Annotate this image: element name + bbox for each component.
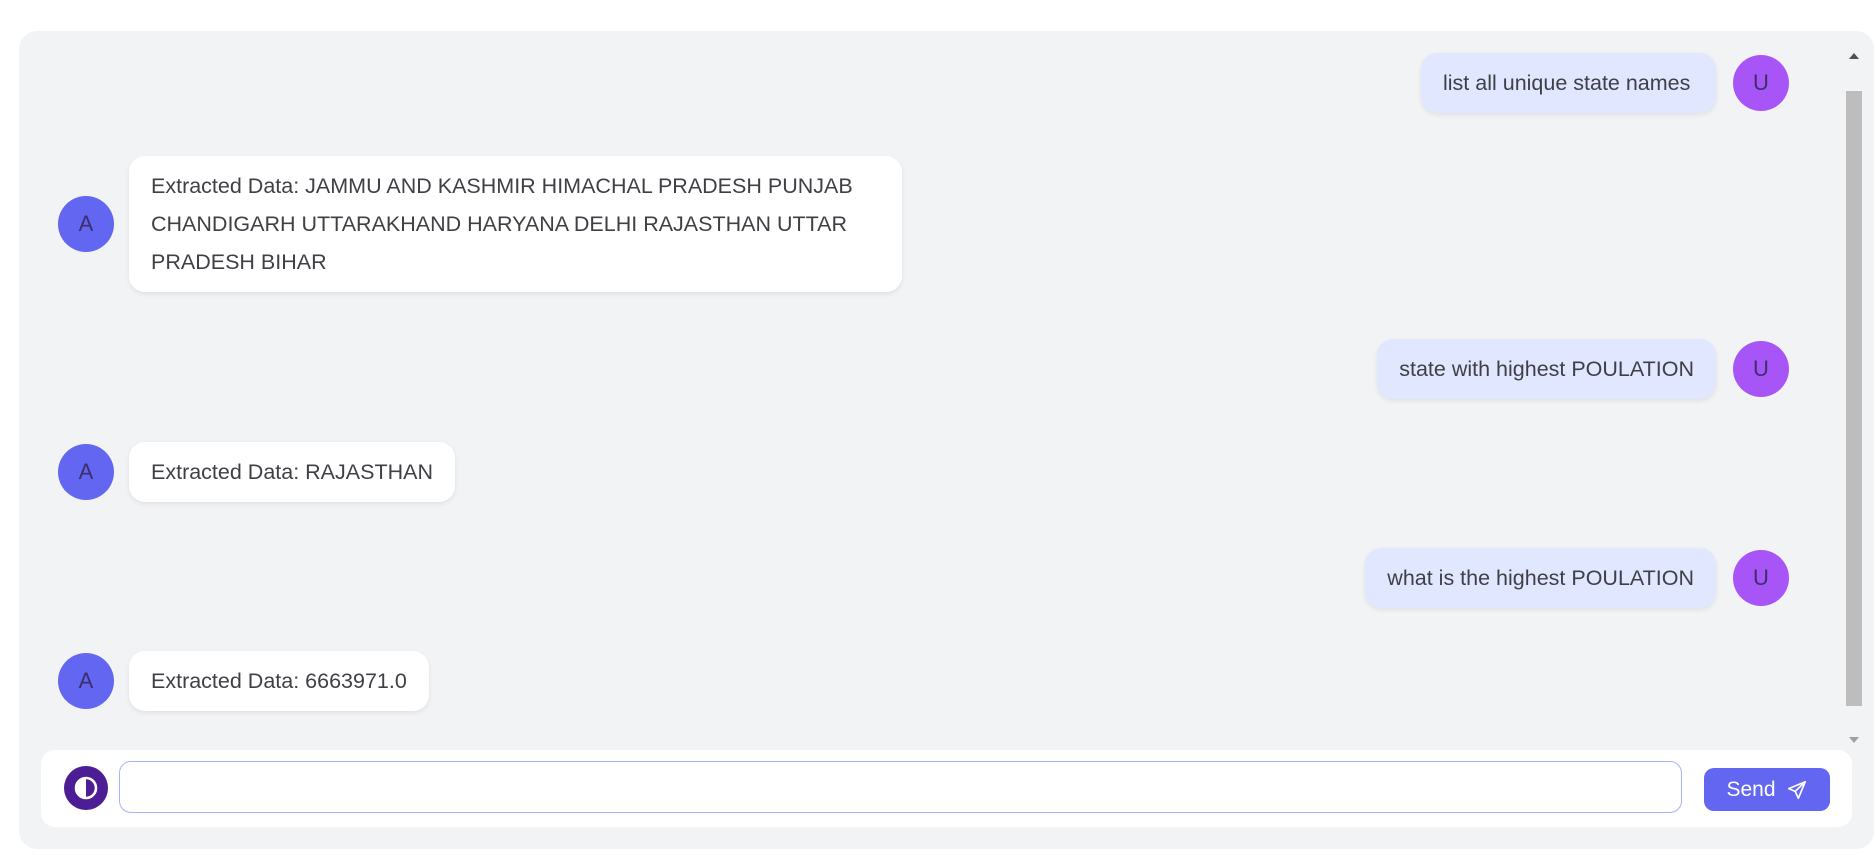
send-button[interactable]: Send (1704, 768, 1830, 811)
message-input[interactable] (119, 761, 1682, 813)
assistant-message-bubble: Extracted Data: RAJASTHAN (129, 442, 455, 502)
user-avatar: U (1733, 55, 1789, 111)
scrollbar-thumb[interactable] (1846, 91, 1862, 706)
message-row-user: what is the highest POULATION U (1365, 548, 1789, 608)
contrast-icon (74, 776, 98, 800)
scroll-up-arrow-icon[interactable] (1849, 53, 1859, 59)
assistant-message-bubble: Extracted Data: JAMMU AND KASHMIR HIMACH… (129, 156, 902, 292)
user-message-bubble: state with highest POULATION (1377, 339, 1716, 399)
user-message-bubble: what is the highest POULATION (1365, 548, 1716, 608)
assistant-message-bubble: Extracted Data: 6663971.0 (129, 651, 429, 711)
message-composer: Send (41, 750, 1852, 827)
user-avatar: U (1733, 341, 1789, 397)
message-row-user: state with highest POULATION U (1377, 339, 1789, 399)
assistant-avatar: A (58, 653, 114, 709)
message-row-user: list all unique state names U (1421, 53, 1789, 113)
chat-panel: list all unique state names U A Extracte… (19, 31, 1874, 849)
messages-scrollbar[interactable] (1846, 53, 1862, 743)
scroll-down-arrow-icon[interactable] (1849, 737, 1859, 743)
theme-toggle-button[interactable] (64, 766, 108, 810)
message-row-assistant: A Extracted Data: JAMMU AND KASHMIR HIMA… (58, 156, 902, 292)
user-message-bubble: list all unique state names (1421, 53, 1716, 113)
user-avatar: U (1733, 550, 1789, 606)
send-button-label: Send (1726, 777, 1776, 801)
message-list[interactable]: list all unique state names U A Extracte… (19, 31, 1837, 731)
assistant-avatar: A (58, 444, 114, 500)
message-row-assistant: A Extracted Data: 6663971.0 (58, 651, 429, 711)
assistant-avatar: A (58, 196, 114, 252)
message-row-assistant: A Extracted Data: RAJASTHAN (58, 442, 455, 502)
paper-plane-icon (1787, 780, 1806, 799)
